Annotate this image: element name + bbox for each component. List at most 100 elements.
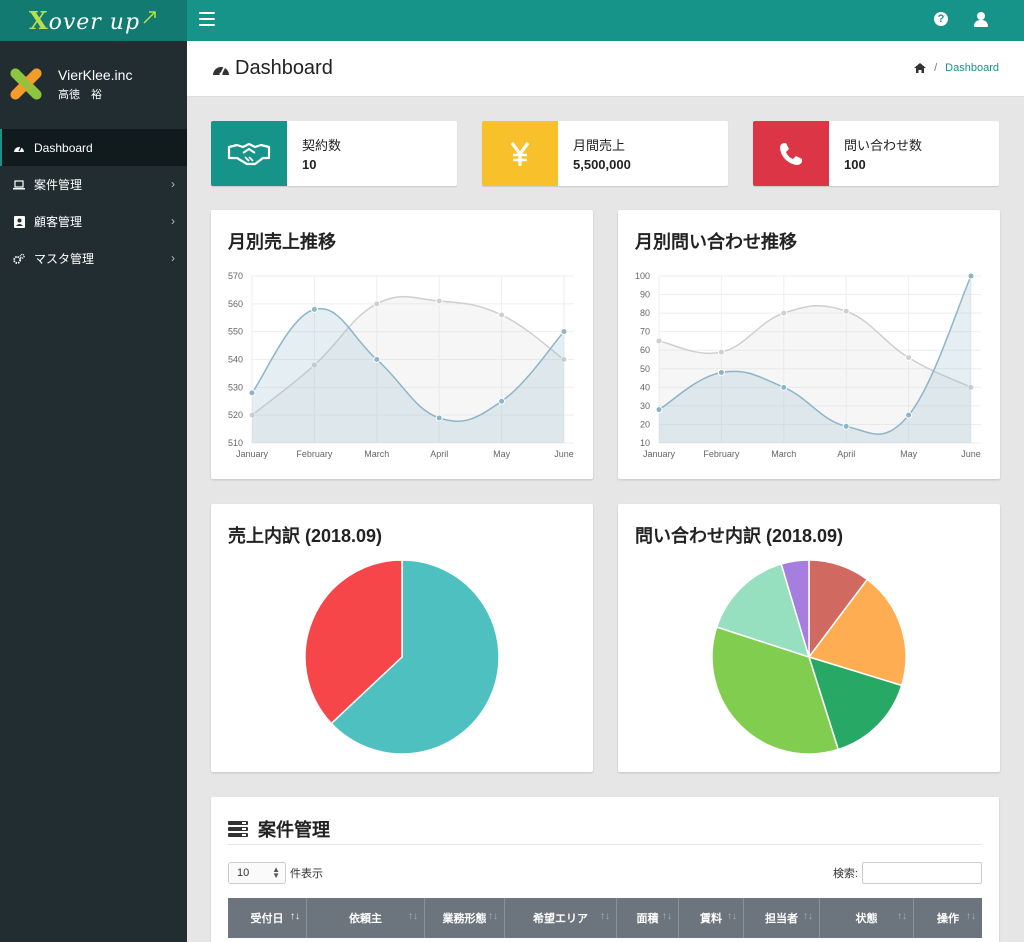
sidebar-toggle-icon[interactable] <box>199 12 215 26</box>
inquiry-trend-chart[interactable]: 100 90 80 70 60 50 40 30 20 10January February Marc… <box>618 210 1000 479</box>
content-header: Dashboard / Dashboard <box>187 41 1024 97</box>
data-point[interactable] <box>717 348 725 356</box>
x-tick-label: January <box>643 449 676 459</box>
company-logo-icon <box>10 68 42 100</box>
sort-icon: ↑↓ <box>488 911 498 922</box>
data-point[interactable] <box>842 307 850 315</box>
infobox-value: 5,500,000 <box>573 157 631 172</box>
x-tick-label: January <box>236 449 269 459</box>
search-input[interactable] <box>862 862 982 884</box>
user-icon[interactable] <box>974 12 988 27</box>
search-label: 検索: <box>832 868 858 880</box>
infobox-label: 月間売上 <box>573 138 626 153</box>
data-point[interactable] <box>435 297 443 305</box>
sidebar-item-label: 案件管理 <box>34 178 83 192</box>
column-label: 面積 <box>636 913 659 925</box>
data-point[interactable] <box>560 328 568 336</box>
column-header-actions[interactable]: 操作 ↑↓ <box>914 898 982 938</box>
sidebar-menu: Dashboard 案件管理 › 顧客管理 › マスタ管理 › <box>0 129 187 277</box>
infobox-value: 10 <box>302 157 317 172</box>
sales-breakdown-pie[interactable] <box>211 504 593 772</box>
home-icon[interactable] <box>914 63 927 73</box>
x-tick-label: March <box>364 449 389 459</box>
x-tick-label: March <box>771 449 796 459</box>
data-point[interactable] <box>655 406 663 414</box>
data-point[interactable] <box>373 356 381 363</box>
column-header-area[interactable]: 希望エリア ↑↓ <box>505 898 617 938</box>
help-icon[interactable]: ? <box>934 12 948 26</box>
data-point[interactable] <box>498 311 506 319</box>
infobox-label: 契約数 <box>302 138 342 153</box>
y-tick-label: 60 <box>640 345 650 355</box>
y-tick-label: 560 <box>228 299 243 309</box>
page-title-text: Dashboard <box>235 57 333 79</box>
y-tick-label: 70 <box>640 327 650 337</box>
column-header-status[interactable]: 状態 ↑↓ <box>820 898 914 938</box>
data-point[interactable] <box>655 337 663 345</box>
y-tick-label: 20 <box>640 419 650 429</box>
sort-icon: ↑↓ <box>803 911 813 922</box>
column-header-business-type[interactable]: 業務形態 ↑↓ <box>425 898 505 938</box>
data-point[interactable] <box>717 368 725 376</box>
y-tick-label: 570 <box>228 271 243 281</box>
select-arrows-icon: ▲ ▼ <box>272 865 280 880</box>
x-tick-label: April <box>430 449 448 459</box>
column-header-staff[interactable]: 担当者 ↑↓ <box>744 898 820 938</box>
page-length-select[interactable]: 10 ▲ ▼ <box>228 862 286 884</box>
server-list-icon <box>228 821 248 837</box>
breadcrumb-item-dashboard[interactable]: Dashboard <box>945 62 999 74</box>
sort-asc-icon: ↑↓ <box>290 911 300 922</box>
inquiry-breakdown-pie[interactable] <box>618 504 1000 772</box>
column-label: 操作 <box>937 913 959 925</box>
x-tick-label: June <box>554 449 574 459</box>
inquiry-trend-box: 月別問い合わせ推移 100 90 80 70 60 50 40 30 20 10 January Fe… <box>618 210 1000 479</box>
column-header-size[interactable]: 面積 ↑↓ <box>617 898 679 938</box>
column-header-client[interactable]: 依頼主 ↑↓ <box>307 898 425 938</box>
data-point[interactable] <box>248 389 256 397</box>
data-point[interactable] <box>310 305 318 313</box>
sidebar-item-master[interactable]: マスタ管理 › <box>0 240 187 277</box>
data-point[interactable] <box>780 309 788 317</box>
sidebar: VierKlee.inc 高徳 裕 Dashboard 案件管理 › 顧客管理 … <box>0 41 187 942</box>
data-point[interactable] <box>780 383 788 391</box>
data-point[interactable] <box>435 414 443 422</box>
table-header: 受付日 ↑↓ 依頼主 ↑↓ 業務形態 ↑↓ 希望エリア ↑↓ 面積 ↑↓ 賃料 ↑↓ 担当者… <box>228 898 982 938</box>
dashboard-icon <box>213 66 229 75</box>
column-header-received-date[interactable]: 受付日 ↑↓ <box>228 898 307 938</box>
column-label: 担当者 <box>765 913 798 925</box>
sort-icon: ↑↓ <box>600 911 610 922</box>
projects-table-box: 案件管理 10 ▲ ▼ 件表示 検索: 受付日 ↑↓ 依頼主 ↑↓ 業務形態 ↑↓ 希望… <box>211 797 999 942</box>
column-label: 業務形態 <box>442 913 487 925</box>
y-tick-label: 40 <box>640 382 650 392</box>
sidebar-item-projects[interactable]: 案件管理 › <box>0 166 187 203</box>
column-label: 状態 <box>855 913 878 925</box>
app-logo[interactable]: Xover up <box>0 0 187 41</box>
sidebar-item-customers[interactable]: 顧客管理 › <box>0 203 187 240</box>
table-title-text: 案件管理 <box>258 820 330 840</box>
data-point[interactable] <box>905 354 913 362</box>
page-length-value: 10 <box>237 867 250 879</box>
page-title: Dashboard <box>212 57 333 80</box>
user-name: 高徳 裕 <box>58 88 102 101</box>
sidebar-item-label: 顧客管理 <box>34 215 83 229</box>
data-point[interactable] <box>498 397 506 405</box>
y-tick-label: 530 <box>228 382 243 392</box>
yen-icon <box>482 121 558 186</box>
table-search: 検索: <box>833 862 982 884</box>
sales-trend-chart[interactable]: 570 560 550 540 530 520 510January February Marc… <box>211 210 593 479</box>
data-point[interactable] <box>373 300 381 308</box>
company-name: VierKlee.inc <box>58 66 133 83</box>
x-tick-label: February <box>296 449 333 459</box>
laptop-icon <box>13 179 25 191</box>
data-point[interactable] <box>905 411 913 419</box>
x-tick-label: May <box>493 449 511 459</box>
data-point[interactable] <box>842 422 850 430</box>
column-header-rent[interactable]: 賃料 ↑↓ <box>679 898 744 938</box>
infobox-inquiries: 問い合わせ数 100 <box>753 121 999 186</box>
sidebar-item-dashboard[interactable]: Dashboard <box>0 129 187 166</box>
data-point[interactable] <box>967 272 975 280</box>
y-tick-label: 520 <box>228 410 243 420</box>
sidebar-brand: VierKlee.inc 高徳 裕 <box>8 66 132 102</box>
y-tick-label: 50 <box>640 364 650 374</box>
chevron-right-icon: › <box>171 177 175 191</box>
